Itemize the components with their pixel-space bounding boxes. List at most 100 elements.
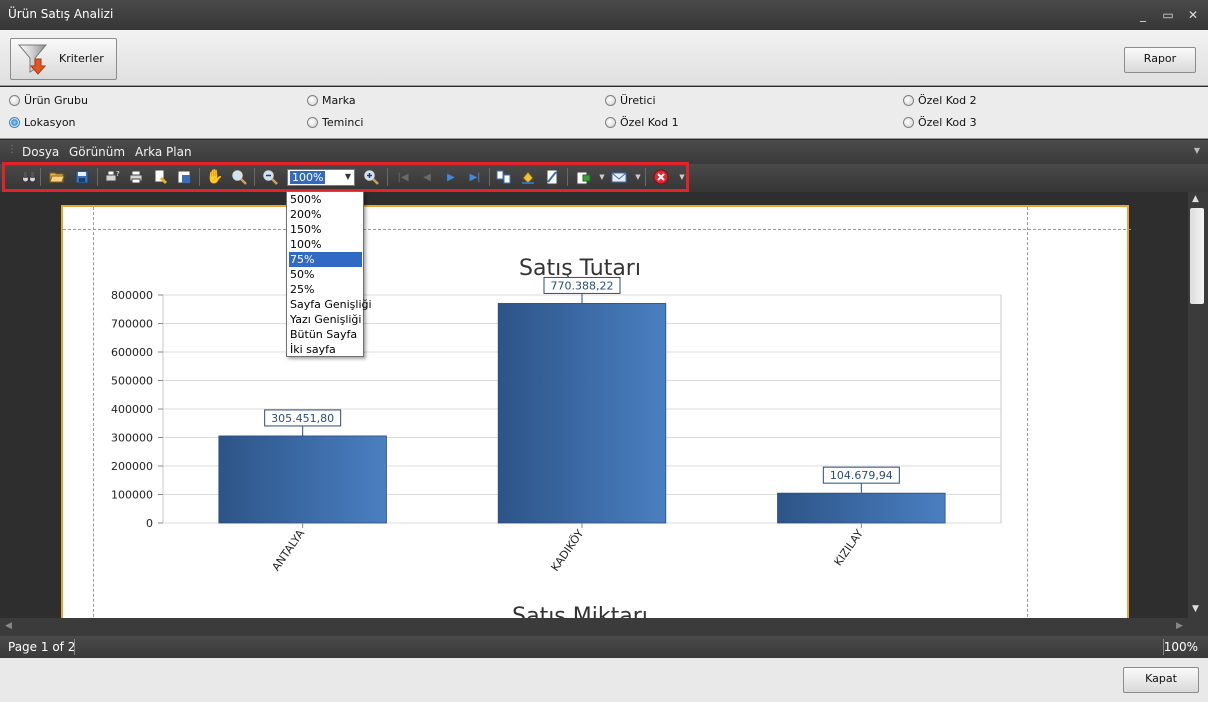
hand-tool-icon[interactable]: ✋ — [206, 169, 223, 185]
zoom-option[interactable]: 75% — [289, 252, 362, 267]
send-email-icon[interactable] — [611, 169, 627, 185]
sales-amount-chart: Satış Tutarı0100000200000300000400000500… — [111, 256, 1002, 618]
criteria-panel: Kriterler Rapor — [0, 30, 1208, 86]
report-page: Satış Tutarı 0 100000 200000 300000 400000 500… — [61, 205, 1131, 618]
close-button[interactable]: Kapat — [1123, 667, 1199, 693]
maximize-icon[interactable]: ▭ — [1159, 6, 1177, 24]
criteria-button-label: Kriterler — [59, 52, 104, 65]
menu-dosya[interactable]: Dosya — [22, 145, 59, 159]
y-tick-label: 300000 — [111, 432, 153, 445]
y-tick-label: 100000 — [111, 489, 153, 502]
bar — [777, 492, 946, 524]
radio-lokasyon[interactable]: Lokasyon — [9, 116, 76, 130]
magnifier-icon[interactable] — [231, 169, 247, 185]
zoom-select[interactable]: 100% ▼ — [287, 169, 355, 186]
chevron-down-icon[interactable]: ▼ — [630, 169, 646, 185]
next-page-icon[interactable]: ▶ — [443, 169, 459, 185]
y-tick-label: 700000 — [111, 318, 153, 331]
toolbar-separator — [97, 168, 98, 186]
zoom-option[interactable]: 100% — [289, 237, 362, 252]
scale-icon[interactable] — [176, 169, 192, 185]
radio-ozel-kod-2[interactable]: Özel Kod 2 — [903, 94, 977, 108]
scroll-right-icon[interactable]: ▶ — [1176, 621, 1183, 631]
preview-area[interactable]: Satış Tutarı 0 100000 200000 300000 400000 500… — [0, 192, 1188, 618]
menu-gorunum[interactable]: Görünüm — [69, 145, 125, 159]
status-bar: Page 1 of 2 100% — [0, 636, 1208, 658]
grouping-options: Ürün Grubu Marka Üretici Özel Kod 2 Loka… — [0, 87, 1208, 139]
binoculars-icon[interactable] — [21, 169, 37, 185]
status-separator — [74, 639, 75, 655]
print-setup-icon[interactable]: ? — [104, 169, 120, 185]
menu-arka-plan[interactable]: Arka Plan — [135, 145, 192, 159]
open-icon[interactable] — [49, 169, 65, 185]
data-label: 104.679,94 — [830, 469, 893, 482]
radio-circle — [605, 95, 616, 106]
zoom-option[interactable]: 50% — [289, 267, 362, 282]
scroll-thumb[interactable] — [1190, 208, 1204, 304]
zoom-option[interactable]: Yazı Genişliği — [289, 312, 362, 327]
scroll-left-icon[interactable]: ◀ — [5, 621, 12, 631]
close-preview-icon[interactable] — [653, 169, 669, 185]
zoom-in-icon[interactable] — [363, 169, 379, 185]
radio-uretici[interactable]: Üretici — [605, 94, 656, 108]
close-icon[interactable]: ✕ — [1184, 6, 1202, 24]
zoom-dropdown-list[interactable]: 500% 200% 150% 100% 75% 50% 25% Sayfa Genişliği… — [286, 191, 372, 357]
radio-circle — [605, 117, 616, 128]
export-icon[interactable] — [575, 169, 591, 185]
toolbar-separator — [254, 168, 255, 186]
radio-circle-selected — [9, 117, 20, 128]
y-tick-label: 200000 — [111, 460, 153, 473]
first-page-icon[interactable]: |◀ — [395, 169, 411, 185]
zoom-option[interactable]: 200% — [289, 207, 362, 222]
multi-page-icon[interactable] — [496, 169, 512, 185]
scroll-corner — [1188, 618, 1208, 636]
prev-page-icon[interactable]: ◀ — [419, 169, 435, 185]
radio-ozel-kod-1[interactable]: Özel Kod 1 — [605, 116, 679, 130]
zoom-out-icon[interactable] — [262, 169, 278, 185]
radio-ozel-kod-3[interactable]: Özel Kod 3 — [903, 116, 977, 130]
zoom-option[interactable]: Sayfa Genişliği — [289, 297, 372, 312]
minimize-icon[interactable]: _ — [1134, 6, 1152, 24]
bar — [497, 303, 667, 524]
last-page-icon[interactable]: ▶| — [467, 169, 483, 185]
x-tick-label: ANTALYA — [269, 527, 307, 574]
scroll-down-icon[interactable]: ▼ — [1192, 604, 1199, 614]
bar — [218, 435, 387, 524]
horizontal-scrollbar[interactable]: ◀ ▶ — [0, 618, 1188, 636]
radio-circle — [903, 95, 914, 106]
toolbar-separator — [489, 168, 490, 186]
vertical-scrollbar[interactable]: ▲ ▼ — [1188, 192, 1208, 618]
radio-teminci[interactable]: Temin­ci — [307, 116, 363, 130]
toolbar-separator — [567, 168, 568, 186]
chevron-down-icon[interactable]: ▼ — [674, 169, 690, 185]
zoom-option[interactable]: 25% — [289, 282, 362, 297]
page-indicator: Page 1 of 2 — [8, 640, 76, 654]
data-label: 305.451,80 — [271, 412, 334, 425]
y-tick-label: 400000 — [111, 403, 153, 416]
toolbar-separator — [387, 168, 388, 186]
page-setup-icon[interactable] — [152, 169, 168, 185]
zoom-option[interactable]: 500% — [289, 192, 362, 207]
radio-marka[interactable]: Marka — [307, 94, 356, 108]
zoom-select-value: 100% — [290, 171, 326, 184]
chevron-down-icon[interactable]: ▼ — [345, 172, 351, 181]
x-tick-label: KIZILAY — [832, 527, 866, 568]
filter-funnel-icon — [17, 44, 48, 75]
y-tick-label: 600000 — [111, 346, 153, 359]
save-icon[interactable] — [74, 169, 90, 185]
zoom-option[interactable]: Bütün Sayfa — [289, 327, 362, 342]
chevron-down-icon[interactable]: ▼ — [594, 169, 610, 185]
zoom-option[interactable]: İki sayfa — [289, 342, 362, 357]
background-color-icon[interactable] — [520, 169, 536, 185]
watermark-icon[interactable] — [544, 169, 560, 185]
chart-title-2: Satış Miktarı — [512, 604, 648, 618]
criteria-button[interactable]: Kriterler — [10, 38, 117, 80]
report-button[interactable]: Rapor — [1124, 47, 1196, 73]
scroll-up-icon[interactable]: ▲ — [1192, 194, 1199, 204]
chevron-down-icon[interactable]: ▼ — [1194, 146, 1200, 155]
zoom-indicator: 100% — [1163, 640, 1198, 654]
radio-urun-grubu[interactable]: Ürün Grubu — [9, 94, 88, 108]
print-icon[interactable] — [128, 169, 144, 185]
zoom-option[interactable]: 150% — [289, 222, 362, 237]
title-bar: Ürün Satış Analizi _ ▭ ✕ — [0, 0, 1208, 30]
